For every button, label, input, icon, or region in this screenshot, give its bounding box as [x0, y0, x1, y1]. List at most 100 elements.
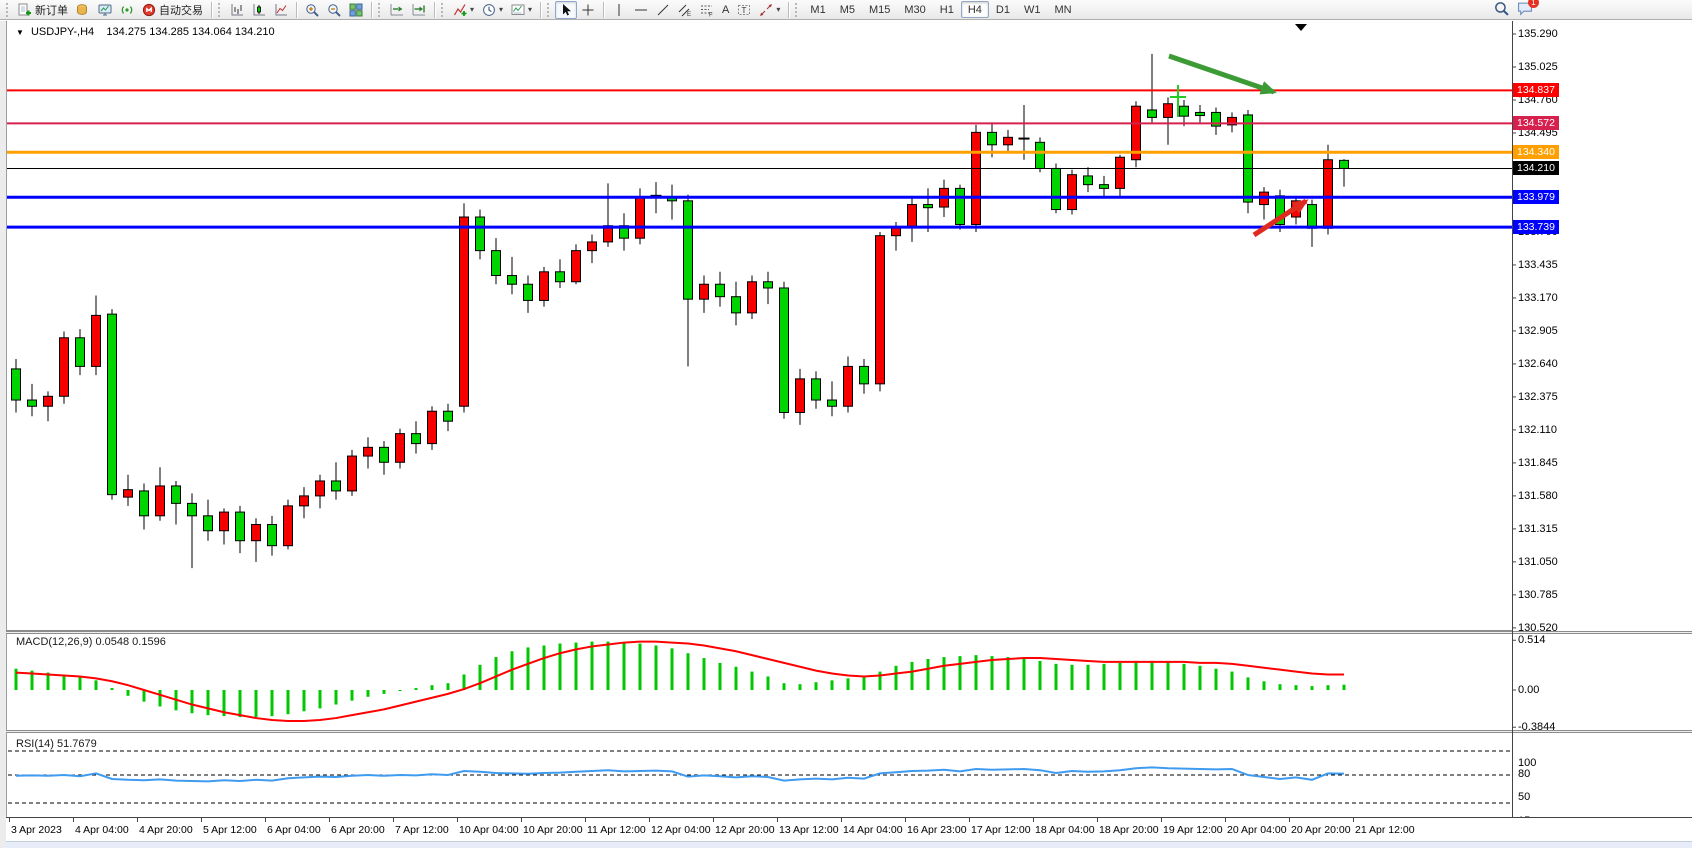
line-chart-button[interactable]	[270, 1, 292, 19]
text-label-button[interactable]: T	[733, 1, 755, 19]
time-axis[interactable]: 3 Apr 20234 Apr 04:004 Apr 20:005 Apr 12…	[6, 817, 1692, 841]
bull-candle	[844, 366, 853, 406]
tile-windows-button[interactable]	[345, 1, 367, 19]
zoom-in-button[interactable]	[301, 1, 323, 19]
price-tag-133.979: 133.979	[1513, 190, 1559, 204]
price-chart[interactable]	[6, 22, 1692, 631]
bear-candle	[716, 284, 725, 296]
chart-shift-button[interactable]	[408, 1, 430, 19]
candlestick-chart-button[interactable]	[248, 1, 270, 19]
time-axis-label: 18 Apr 20:00	[1099, 824, 1159, 836]
search-icon[interactable]	[1494, 1, 1509, 21]
timeframe-m5[interactable]: M5	[833, 1, 862, 18]
timeframe-mn[interactable]: MN	[1047, 1, 1078, 18]
macd-histogram-bar	[687, 653, 690, 690]
text-label-icon: T	[737, 3, 751, 17]
bear-candle	[1052, 168, 1061, 209]
bear-candle	[492, 251, 501, 276]
time-axis-tick	[9, 818, 10, 822]
macd-panel[interactable]	[6, 634, 1692, 730]
horizontal-scrollbar[interactable]	[6, 841, 1692, 848]
zoom-out-button[interactable]	[323, 1, 345, 19]
auto-scroll-button[interactable]	[386, 1, 408, 19]
macd-histogram-bar	[591, 642, 594, 690]
bull-candle	[636, 197, 645, 238]
chevron-down-icon: ▾	[499, 6, 503, 14]
time-axis-tick	[841, 818, 842, 822]
macd-histogram-bar	[303, 690, 306, 711]
indicators-button[interactable]: ▾	[449, 1, 478, 19]
autotrade-label: 自动交易	[159, 2, 203, 18]
crosshair-button[interactable]	[577, 1, 599, 19]
time-axis-tick	[73, 818, 74, 822]
bear-candle	[924, 205, 933, 208]
templates-button[interactable]: ▾	[507, 1, 536, 19]
time-axis-label: 11 Apr 12:00	[587, 824, 646, 836]
macd-histogram-bar	[735, 667, 738, 690]
toolbar-grip[interactable]	[441, 3, 445, 17]
toolbar-grip[interactable]	[378, 3, 382, 17]
macd-histogram-bar	[1343, 685, 1346, 690]
toolbar-grip[interactable]	[795, 3, 799, 17]
timeframe-m1[interactable]: M1	[803, 1, 832, 18]
green-arrow-annotation[interactable]	[1169, 56, 1274, 92]
chart-shift-marker[interactable]	[1295, 24, 1307, 31]
time-axis-tick	[201, 818, 202, 822]
timeframe-h4[interactable]: H4	[961, 1, 989, 18]
time-axis-tick	[329, 818, 330, 822]
equidistant-channel-button[interactable]: E	[674, 1, 696, 19]
time-axis-tick	[777, 818, 778, 822]
bear-candle	[988, 132, 997, 144]
time-axis-label: 6 Apr 20:00	[331, 824, 385, 836]
macd-histogram-bar	[495, 657, 498, 690]
symbol-period-label: USDJPY-,H4	[31, 26, 94, 38]
periods-button[interactable]: ▾	[478, 1, 507, 19]
timeframe-h1[interactable]: H1	[933, 1, 961, 18]
autotrade-button[interactable]: 自动交易	[138, 1, 207, 19]
toolbar-grip[interactable]	[547, 3, 551, 17]
time-axis-tick	[585, 818, 586, 822]
toolbar-grip[interactable]	[218, 3, 222, 17]
signals-button[interactable]	[116, 1, 138, 19]
macd-histogram-bar	[399, 690, 402, 691]
toolbar-grip[interactable]	[6, 3, 10, 17]
cursor-button[interactable]	[555, 1, 577, 19]
vertical-line-button[interactable]	[608, 1, 630, 19]
bull-candle	[124, 490, 133, 497]
timeframe-d1[interactable]: D1	[989, 1, 1017, 18]
macd-histogram-bar	[1231, 672, 1234, 690]
bear-candle	[1244, 115, 1253, 202]
text-button[interactable]: A	[718, 1, 733, 19]
bar-chart-button[interactable]	[226, 1, 248, 19]
bull-candle	[796, 379, 805, 413]
time-axis-label: 6 Apr 04:00	[267, 824, 321, 836]
macd-histogram-bar	[239, 690, 242, 717]
toolbar-separator	[788, 2, 789, 18]
timeframe-m30[interactable]: M30	[897, 1, 932, 18]
macd-histogram-bar	[975, 655, 978, 690]
horizontal-line-button[interactable]	[630, 1, 652, 19]
time-axis-label: 12 Apr 04:00	[651, 824, 711, 836]
trendline-button[interactable]	[652, 1, 674, 19]
rsi-panel[interactable]	[6, 733, 1692, 817]
macd-histogram-bar	[1279, 684, 1282, 690]
charts-gold-button[interactable]	[72, 1, 94, 19]
timeframe-m15[interactable]: M15	[862, 1, 897, 18]
zoom-out-icon	[327, 3, 341, 17]
bear-candle	[812, 379, 821, 400]
one-click-trading-arrow[interactable]: ▼	[16, 28, 24, 37]
macd-histogram-bar	[431, 685, 434, 690]
bull-candle	[540, 272, 549, 301]
price-axis-label: 132.640	[1518, 358, 1558, 370]
bull-candle	[1116, 157, 1125, 188]
time-axis-tick	[1097, 818, 1098, 822]
fibonacci-button[interactable]: F	[696, 1, 718, 19]
bull-candle	[1004, 137, 1013, 144]
timeframe-w1[interactable]: W1	[1017, 1, 1048, 18]
time-axis-label: 4 Apr 04:00	[75, 824, 129, 836]
bar-chart-icon	[230, 3, 244, 17]
notifications-button[interactable]: 1	[1517, 1, 1533, 21]
chart-window-button[interactable]	[94, 1, 116, 19]
new-order-button[interactable]: 新订单	[14, 1, 72, 19]
arrows-button[interactable]: ▾	[755, 1, 784, 19]
